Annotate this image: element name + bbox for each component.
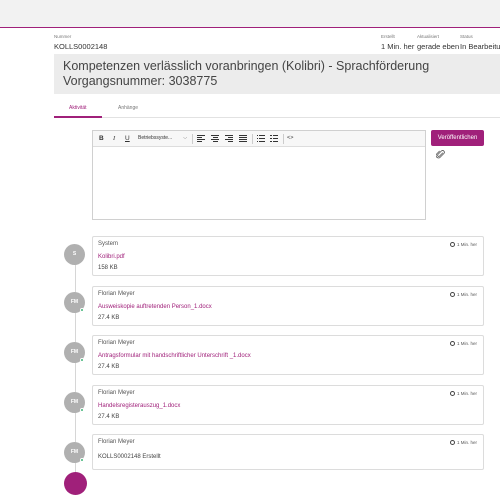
attachment-size: 27.4 KB [98, 414, 120, 420]
status-value: In Bearbeitung [460, 42, 500, 51]
aktualisiert-label: Aktualisiert [417, 34, 440, 39]
toolbar-divider [192, 134, 193, 144]
align-left-icon[interactable] [197, 135, 205, 142]
activity-time: 1 Min. her [449, 242, 477, 247]
tab-anhaenge[interactable]: Anhänge [118, 105, 138, 111]
online-status-dot [80, 408, 84, 412]
clock-icon [449, 292, 455, 297]
activity-time: 1 Min. her [449, 391, 477, 396]
record-meta: Nummer KOLLS0002148 Erstellt 1 Min. her … [0, 34, 500, 54]
active-tab-indicator [54, 116, 102, 118]
font-family-select[interactable]: Betriebssyste... ⌵ [136, 133, 188, 144]
bold-button[interactable]: B [99, 134, 104, 143]
attachment-size: 27.4 KB [98, 315, 120, 321]
online-status-dot [80, 458, 84, 462]
activity-time: 1 Min. her [449, 341, 477, 346]
activity-time: 1 Min. her [449, 292, 477, 297]
aktualisiert-value: gerade eben [417, 42, 460, 51]
attachment-link[interactable]: Kolibri.pdf [98, 254, 125, 260]
clock-icon [449, 440, 455, 445]
align-justify-icon[interactable] [239, 135, 247, 142]
avatar: FM [64, 292, 85, 313]
bullet-list-icon[interactable] [257, 135, 265, 142]
top-bar [0, 0, 500, 28]
font-family-value: Betriebssyste... [138, 135, 173, 141]
activity-card: Florian Meyer 1 Min. her Antragsformular… [92, 335, 484, 375]
chevron-down-icon: ⌵ [183, 135, 187, 141]
publish-button[interactable]: Veröffentlichen [431, 130, 484, 146]
code-icon[interactable]: <> [287, 134, 293, 143]
italic-button[interactable]: I [113, 134, 115, 143]
status-label: Status [460, 34, 473, 39]
toolbar-divider [252, 134, 253, 144]
activity-author: System [98, 241, 119, 247]
clock-icon [449, 242, 455, 247]
erstellt-value: 1 Min. her [381, 42, 415, 51]
attachment-link[interactable]: Handelsregisterauszug_1.docx [98, 403, 180, 409]
activity-card: Florian Meyer 1 Min. her KOLLS0002148 Er… [92, 434, 484, 470]
clock-icon [449, 391, 455, 396]
nummer-label: Nummer [54, 34, 72, 39]
activity-author: Florian Meyer [98, 340, 135, 346]
avatar: FM [64, 442, 85, 463]
attachment-link[interactable]: Antragsformular mit handschriftlicher Un… [98, 353, 251, 359]
current-user-avatar[interactable] [64, 472, 87, 495]
page-title: Kompetenzen verlässlich voranbringen (Ko… [54, 54, 500, 94]
activity-author: Florian Meyer [98, 291, 135, 297]
align-center-icon[interactable] [211, 135, 219, 142]
tab-aktivitaet[interactable]: Aktivität [69, 105, 87, 111]
activity-text: KOLLS0002148 Erstellt [98, 454, 161, 460]
tab-bar: Aktivität Anhänge [54, 101, 500, 118]
activity-author: Florian Meyer [98, 439, 135, 445]
attachment-link[interactable]: Ausweiskopie auftretenden Person_1.docx [98, 304, 212, 310]
numbered-list-icon[interactable] [270, 135, 278, 142]
activity-card: System 1 Min. her Kolibri.pdf 158 KB [92, 236, 484, 276]
editor-toolbar: B I U Betriebssyste... ⌵ <> [93, 131, 425, 147]
clock-icon [449, 341, 455, 346]
activity-author: Florian Meyer [98, 390, 135, 396]
activity-card: Florian Meyer 1 Min. her Handelsregister… [92, 385, 484, 425]
align-right-icon[interactable] [225, 135, 233, 142]
comment-editor[interactable]: B I U Betriebssyste... ⌵ <> [92, 130, 426, 220]
paperclip-icon[interactable] [436, 150, 445, 159]
online-status-dot [80, 358, 84, 362]
attachment-size: 27.4 KB [98, 364, 120, 370]
online-status-dot [80, 308, 84, 312]
toolbar-divider [283, 134, 284, 144]
underline-button[interactable]: U [125, 134, 130, 143]
activity-card: Florian Meyer 1 Min. her Ausweiskopie au… [92, 286, 484, 326]
avatar: FM [64, 342, 85, 363]
erstellt-label: Erstellt [381, 34, 395, 39]
avatar: FM [64, 392, 85, 413]
avatar: S [64, 244, 85, 265]
attachment-size: 158 KB [98, 265, 118, 271]
nummer-value: KOLLS0002148 [54, 42, 108, 51]
activity-time: 1 Min. her [449, 440, 477, 445]
